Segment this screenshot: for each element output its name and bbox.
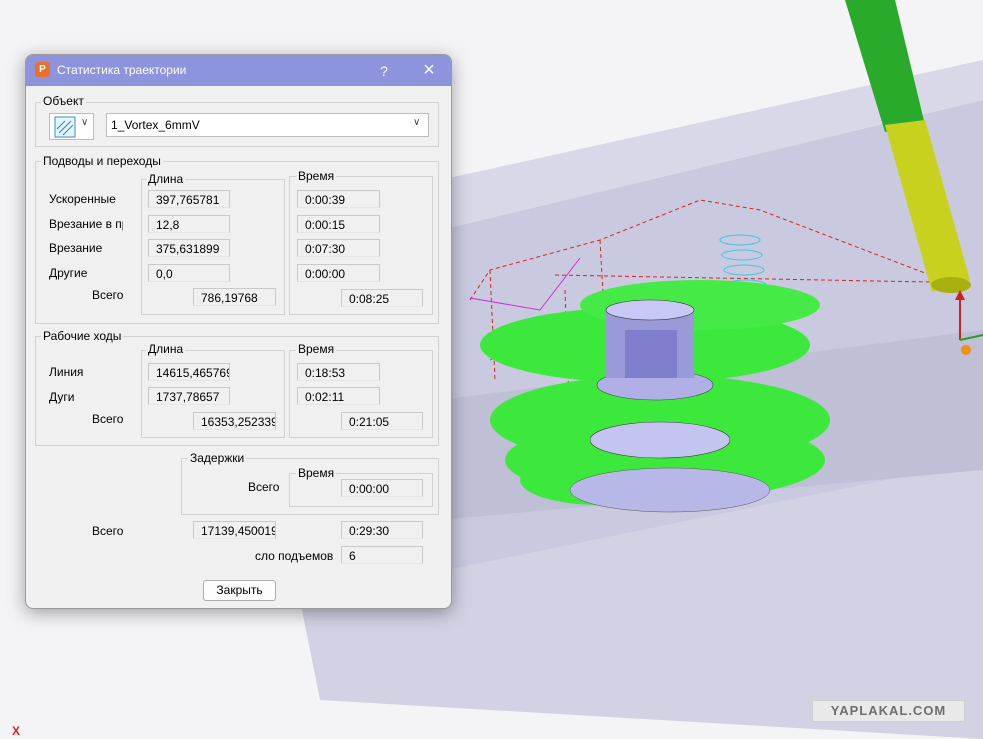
object-select[interactable]: 1_Vortex_6mmV ∨	[106, 113, 429, 137]
plunge-length-field: 375,631899	[148, 239, 230, 257]
row-label-plunge: Врезание	[49, 241, 103, 255]
lifts-count-field: 6	[341, 546, 423, 564]
help-button[interactable]: ?	[372, 60, 396, 82]
delays-time-header: Время	[296, 466, 337, 480]
approaches-length-header: Длина	[146, 172, 186, 186]
toolpath-icon	[54, 116, 76, 138]
plunge-into-time-field: 0:00:15	[297, 215, 380, 233]
object-select-value: 1_Vortex_6mmV	[111, 118, 200, 132]
app-icon: P	[35, 62, 50, 77]
delays-total-label: Всего	[248, 480, 280, 494]
arcs-length-field: 1737,78657	[148, 387, 230, 405]
other-length-field: 0,0	[148, 264, 230, 282]
line-time-field: 0:18:53	[297, 363, 380, 381]
working-length-header: Длина	[146, 342, 186, 356]
watermark: YAPLAKAL.COM	[812, 700, 965, 722]
working-total-length-field: 16353,252339	[193, 412, 276, 430]
close-icon[interactable]: ×	[416, 58, 442, 82]
row-label-plunge-into: Врезание в пр	[49, 217, 123, 231]
chevron-down-icon: ∨	[413, 117, 421, 128]
other-time-field: 0:00:00	[297, 264, 380, 282]
delays-total-time-field: 0:00:00	[341, 479, 423, 497]
rapid-time-field: 0:00:39	[297, 190, 380, 208]
object-type-selector[interactable]: ∨	[49, 113, 94, 140]
working-total-label: Всего	[92, 412, 124, 426]
plunge-time-field: 0:07:30	[297, 239, 380, 257]
row-label-arcs: Дуги	[49, 390, 75, 404]
approaches-total-time-field: 0:08:25	[341, 289, 423, 307]
working-time-header: Время	[296, 342, 337, 356]
approaches-group-label: Подводы и переходы	[41, 154, 163, 168]
summary-total-time-field: 0:29:30	[341, 521, 423, 539]
object-group-label: Объект	[41, 94, 86, 108]
row-label-line: Линия	[49, 365, 84, 379]
approaches-total-length-field: 786,19768	[193, 288, 276, 306]
approaches-time-header: Время	[296, 169, 337, 183]
summary-total-label: Всего	[92, 524, 124, 538]
working-moves-group-label: Рабочие ходы	[41, 329, 124, 343]
working-total-time-field: 0:21:05	[341, 412, 423, 430]
chevron-down-icon: ∨	[81, 117, 89, 128]
arcs-time-field: 0:02:11	[297, 387, 380, 405]
lifts-count-label: сло подъемов	[255, 549, 334, 563]
rapid-length-field: 397,765781	[148, 190, 230, 208]
delays-group-label: Задержки	[188, 451, 247, 465]
line-length-field: 14615,465769	[148, 363, 230, 381]
plunge-into-length-field: 12,8	[148, 215, 230, 233]
summary-total-length-field: 17139,450019	[193, 521, 276, 539]
axis-x-marker: X	[12, 724, 21, 738]
close-button[interactable]: Закрыть	[203, 580, 276, 601]
approaches-total-label: Всего	[92, 288, 124, 302]
toolpath-statistics-dialog: P Статистика траектории ? × Объект ∨ 1_V…	[25, 54, 452, 609]
title-bar[interactable]: P Статистика траектории ? ×	[26, 55, 451, 86]
window-title: Статистика траектории	[57, 63, 187, 77]
row-label-rapid: Ускоренные	[49, 192, 116, 206]
row-label-other: Другие	[49, 266, 88, 280]
